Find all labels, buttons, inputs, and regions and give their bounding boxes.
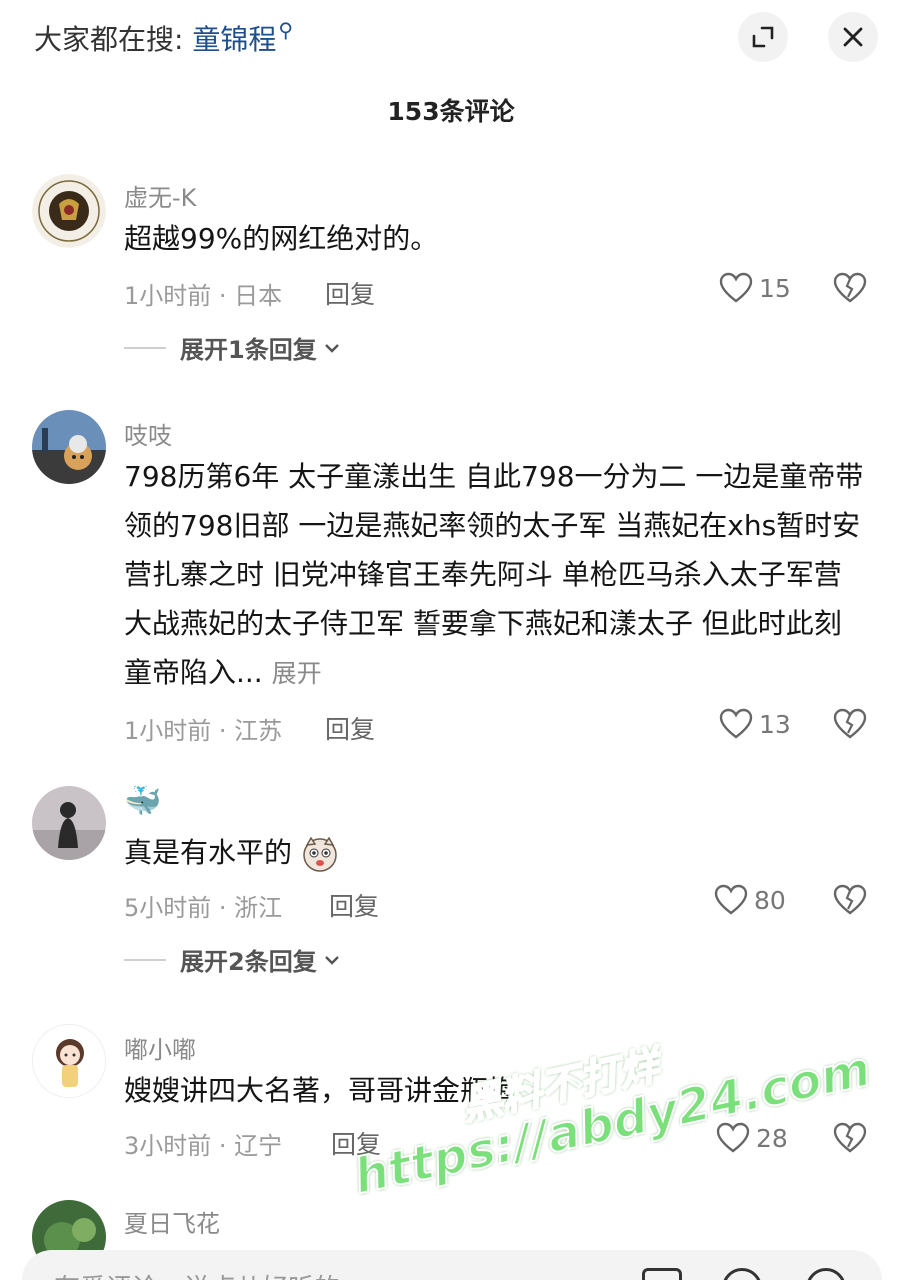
comment-time-location: 5小时前 · 浙江 xyxy=(124,894,283,922)
comment-text: 超越99%的网红绝对的。 xyxy=(124,222,439,255)
broken-heart-icon xyxy=(833,884,867,915)
heart-icon xyxy=(714,884,748,915)
reply-button[interactable]: 回复 xyxy=(331,1125,381,1161)
like-button[interactable]: 28 xyxy=(716,1122,788,1154)
emoji-icon[interactable] xyxy=(806,1268,846,1280)
chevron-down-icon xyxy=(324,955,339,965)
close-icon xyxy=(843,27,863,47)
comment-text: 真是有水平的 xyxy=(124,828,864,877)
heart-icon xyxy=(719,272,753,303)
avatar[interactable] xyxy=(32,786,106,860)
close-button[interactable] xyxy=(828,12,878,62)
top-bar: 大家都在搜: 童锦程 ⚲ xyxy=(0,0,902,78)
like-button[interactable]: 13 xyxy=(719,708,791,740)
comment-username[interactable]: 虚无-K xyxy=(124,178,196,213)
comment-input-placeholder[interactable]: 有爱评论，说点儿好听的 xyxy=(54,1268,340,1280)
avatar[interactable] xyxy=(32,174,106,248)
comment-text-content: 真是有水平的 xyxy=(124,836,293,869)
minimize-icon xyxy=(752,26,774,48)
comment-count-title: 153条评论 xyxy=(387,97,515,126)
broken-heart-icon xyxy=(833,708,867,739)
broken-heart-icon xyxy=(833,272,867,303)
minimize-button[interactable] xyxy=(738,12,788,62)
like-count: 80 xyxy=(754,885,786,915)
chevron-down-icon xyxy=(324,343,339,353)
comment-username[interactable]: 夏日飞花 xyxy=(124,1204,220,1239)
dislike-button[interactable] xyxy=(833,272,867,304)
heart-icon xyxy=(716,1122,750,1153)
dislike-button[interactable] xyxy=(833,1122,867,1154)
trending-search-hint[interactable]: 大家都在搜: 童锦程 ⚲ xyxy=(34,18,293,58)
like-button[interactable]: 15 xyxy=(719,272,791,304)
dislike-button[interactable] xyxy=(833,884,867,916)
at-icon[interactable] xyxy=(722,1268,762,1280)
trending-search-keyword[interactable]: 童锦程 xyxy=(192,23,276,56)
search-icon: ⚲ xyxy=(278,18,294,42)
reply-button[interactable]: 回复 xyxy=(325,710,375,746)
avatar[interactable] xyxy=(32,410,106,484)
expand-replies-label: 展开2条回复 xyxy=(180,948,317,976)
comment-time-location: 3小时前 · 辽宁 xyxy=(124,1132,283,1160)
comment-text-content: 798历第6年 太子童漾出生 自此798一分为二 一边是童帝带领的798旧部 一… xyxy=(124,460,864,689)
like-count: 13 xyxy=(759,709,791,739)
cat-emoji-icon xyxy=(303,836,337,872)
comment-username[interactable]: 嘟小嘟 xyxy=(124,1030,196,1065)
expand-text-link[interactable]: 展开 xyxy=(272,659,322,688)
trending-search-prefix: 大家都在搜: xyxy=(34,23,184,56)
expand-replies-button[interactable]: 展开2条回复 xyxy=(124,942,341,977)
avatar[interactable] xyxy=(32,1024,106,1098)
comment-time-location: 1小时前 · 江苏 xyxy=(124,717,283,745)
like-count: 28 xyxy=(756,1123,788,1153)
like-count: 15 xyxy=(759,273,791,303)
comment-username[interactable]: 吱吱 xyxy=(124,416,172,451)
like-button[interactable]: 80 xyxy=(714,884,786,916)
heart-icon xyxy=(719,708,753,739)
comment-text: 798历第6年 太子童漾出生 自此798一分为二 一边是童帝带领的798旧部 一… xyxy=(124,452,864,698)
image-icon[interactable] xyxy=(642,1268,682,1280)
divider-line xyxy=(124,958,166,961)
divider-line xyxy=(124,346,166,349)
reply-button[interactable]: 回复 xyxy=(329,887,379,923)
comment-time-location: 1小时前 · 日本 xyxy=(124,282,283,310)
dislike-button[interactable] xyxy=(833,708,867,740)
comment-username[interactable]: 🐳 xyxy=(124,784,161,819)
comment-text: 嫂嫂讲四大名著，哥哥讲金瓶梅 xyxy=(124,1074,517,1107)
broken-heart-icon xyxy=(833,1122,867,1153)
comment-input-bar[interactable]: 有爱评论，说点儿好听的 xyxy=(22,1250,882,1280)
expand-replies-button[interactable]: 展开1条回复 xyxy=(124,330,341,365)
expand-replies-label: 展开1条回复 xyxy=(180,336,317,364)
reply-button[interactable]: 回复 xyxy=(325,275,375,311)
